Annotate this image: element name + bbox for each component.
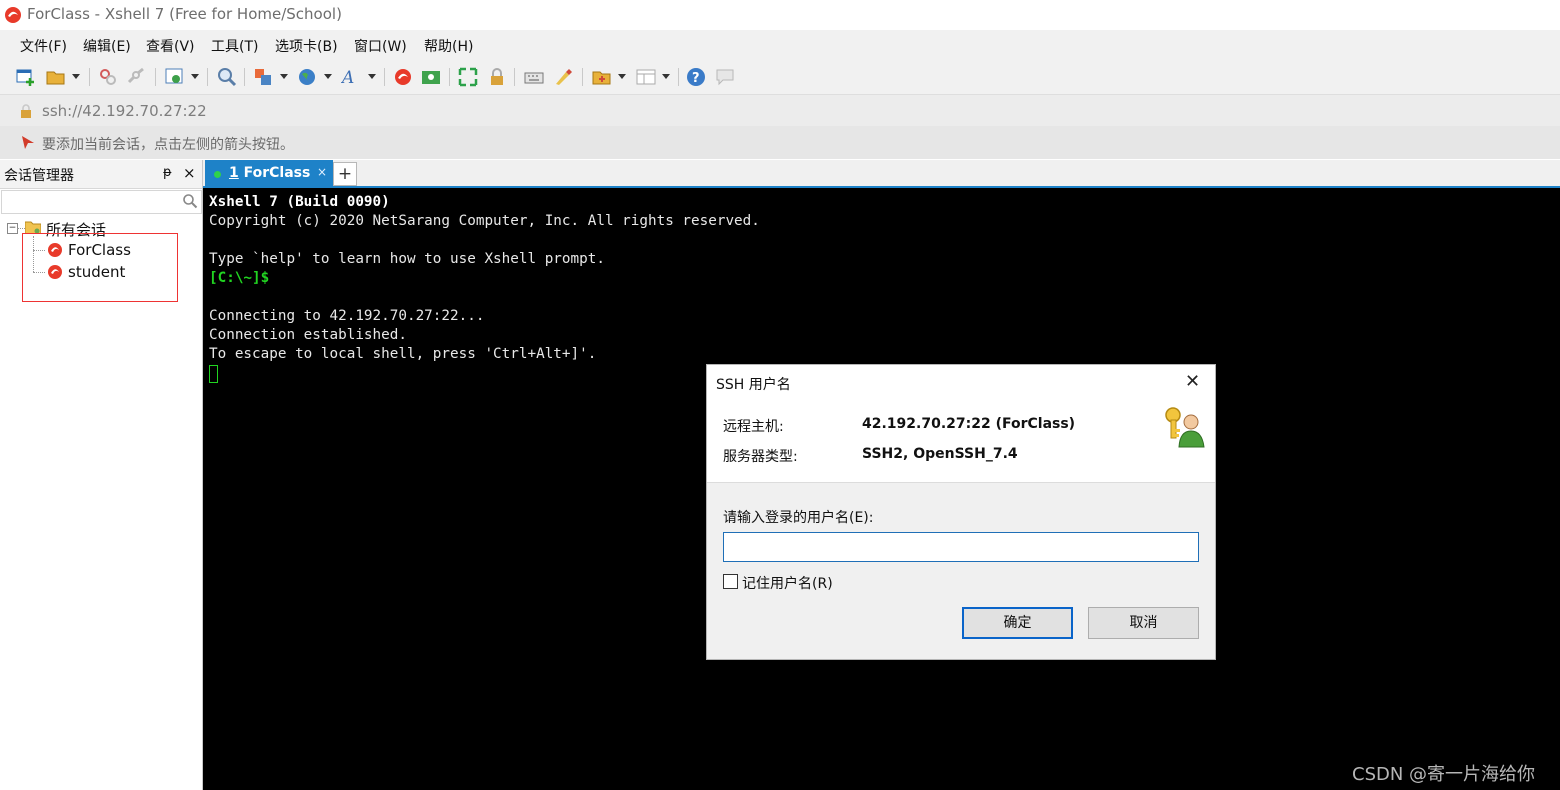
terminal-line: Connection established. <box>209 327 407 343</box>
toolbar-separator <box>89 68 90 86</box>
server-type-label: 服务器类型: <box>723 449 798 465</box>
lock-icon[interactable] <box>487 67 507 87</box>
globe-icon[interactable] <box>297 67 317 87</box>
menu-help[interactable]: 帮助(H) <box>424 36 473 56</box>
remember-username-label[interactable]: 记住用户名(R) <box>742 573 833 593</box>
toolbar-separator <box>582 68 583 86</box>
tab-label: 1 ForClass <box>229 165 310 181</box>
toolbar-separator <box>514 68 515 86</box>
terminal-line: Connecting to 42.192.70.27:22... <box>209 308 485 324</box>
connect-icon[interactable] <box>98 67 118 87</box>
menu-view[interactable]: 查看(V) <box>146 36 195 56</box>
toolbar-separator <box>449 68 450 86</box>
terminal-line: To escape to local shell, press 'Ctrl+Al… <box>209 346 597 362</box>
menu-edit[interactable]: 编辑(E) <box>83 36 131 56</box>
server-type-value: SSH2, OpenSSH_7.4 <box>862 446 1018 462</box>
terminal-line: Copyright (c) 2020 NetSarang Computer, I… <box>209 213 760 229</box>
session-manager-title: 会话管理器 <box>4 168 74 184</box>
tab-forclass[interactable]: 1 ForClass × <box>205 160 333 186</box>
open-dropdown-icon[interactable] <box>72 74 80 79</box>
terminal-line: Type `help' to learn how to use Xshell p… <box>209 251 605 267</box>
tab-close-icon[interactable]: × <box>317 165 327 179</box>
open-folder-icon[interactable] <box>46 67 66 87</box>
dialog-info-panel: SSH 用户名 ✕ 远程主机: 42.192.70.27:22 (ForClas… <box>707 365 1215 483</box>
remember-username-checkbox[interactable] <box>723 574 738 589</box>
toolbar-separator <box>384 68 385 86</box>
pin-icon[interactable]: ᵽ <box>163 165 172 180</box>
remote-host-label: 远程主机: <box>723 419 784 435</box>
add-session-arrow-icon[interactable] <box>20 134 36 150</box>
new-folder-icon[interactable] <box>592 67 612 87</box>
toolbar: A ? <box>0 60 1560 94</box>
keyboard-icon[interactable] <box>524 67 544 87</box>
connected-status-icon <box>214 171 221 178</box>
remote-host-value: 42.192.70.27:22 (ForClass) <box>862 416 1076 432</box>
xftp-icon[interactable] <box>421 67 441 87</box>
username-prompt: 请输入登录的用户名(E): <box>723 510 874 526</box>
globe-dropdown-icon[interactable] <box>324 74 332 79</box>
menu-window[interactable]: 窗口(W) <box>354 36 407 56</box>
folder-icon <box>25 221 41 234</box>
search-icon[interactable] <box>182 193 198 209</box>
ssh-username-dialog: SSH 用户名 ✕ 远程主机: 42.192.70.27:22 (ForClas… <box>706 364 1216 660</box>
menu-file[interactable]: 文件(F) <box>20 36 67 56</box>
toolbar-separator <box>678 68 679 86</box>
tab-strip: 1 ForClass × <box>203 160 1560 188</box>
cancel-button[interactable]: 取消 <box>1088 607 1199 639</box>
session-search-input[interactable] <box>1 190 202 214</box>
chat-icon[interactable] <box>715 67 735 87</box>
menu-bar: 文件(F) 编辑(E) 查看(V) 工具(T) 选项卡(B) 窗口(W) 帮助(… <box>0 30 1560 60</box>
tree-connector <box>17 228 25 229</box>
menu-tab[interactable]: 选项卡(B) <box>275 36 338 56</box>
svg-text:?: ? <box>692 71 700 86</box>
username-input[interactable] <box>723 532 1199 562</box>
terminal-cursor <box>209 365 218 383</box>
folder-dropdown-icon[interactable] <box>618 74 626 79</box>
font-dropdown-icon[interactable] <box>368 74 376 79</box>
layout-icon[interactable] <box>636 67 656 87</box>
layout-dropdown-icon[interactable] <box>662 74 670 79</box>
terminal-prompt: [C:\~]$ <box>209 270 270 286</box>
hint-text: 要添加当前会话，点击左侧的箭头按钮。 <box>42 137 294 153</box>
tab-name: ForClass <box>243 165 311 181</box>
new-session-icon[interactable] <box>16 67 36 87</box>
find-icon[interactable] <box>217 67 237 87</box>
font-icon[interactable]: A <box>341 67 361 87</box>
svg-text:A: A <box>341 68 354 87</box>
xshell-icon[interactable] <box>393 67 413 87</box>
toolbar-separator <box>244 68 245 86</box>
disconnect-icon[interactable] <box>126 67 146 87</box>
transfer-dropdown-icon[interactable] <box>280 74 288 79</box>
properties-icon[interactable] <box>165 67 185 87</box>
lock-icon <box>21 104 31 118</box>
properties-dropdown-icon[interactable] <box>191 74 199 79</box>
address-input[interactable]: ssh://42.192.70.27:22 <box>42 102 207 120</box>
terminal-line: Xshell 7 (Build 0090) <box>209 194 390 210</box>
highlight-icon[interactable] <box>553 67 573 87</box>
toolbar-separator <box>155 68 156 86</box>
watermark: CSDN @寄一片海给你 <box>1352 764 1536 785</box>
transfer-icon[interactable] <box>253 67 273 87</box>
dialog-title: SSH 用户名 <box>716 377 791 393</box>
user-key-icon <box>1165 407 1205 448</box>
close-icon[interactable]: × <box>183 164 196 182</box>
highlight-annotation-box <box>22 233 178 302</box>
tab-number: 1 <box>229 165 239 181</box>
xshell-logo-icon <box>5 7 21 23</box>
menu-tools[interactable]: 工具(T) <box>211 36 258 56</box>
title-bar: ForClass - Xshell 7 (Free for Home/Schoo… <box>0 0 1560 30</box>
dialog-close-button[interactable]: ✕ <box>1185 371 1200 392</box>
window-title: ForClass - Xshell 7 (Free for Home/Schoo… <box>27 5 342 23</box>
new-tab-button[interactable]: + <box>333 162 357 186</box>
hint-bar: 要添加当前会话，点击左侧的箭头按钮。 <box>0 126 1560 159</box>
fullscreen-icon[interactable] <box>458 67 478 87</box>
toolbar-separator <box>207 68 208 86</box>
address-bar[interactable]: ssh://42.192.70.27:22 <box>0 94 1560 127</box>
ok-button[interactable]: 确定 <box>962 607 1073 639</box>
help-icon[interactable]: ? <box>686 67 706 87</box>
